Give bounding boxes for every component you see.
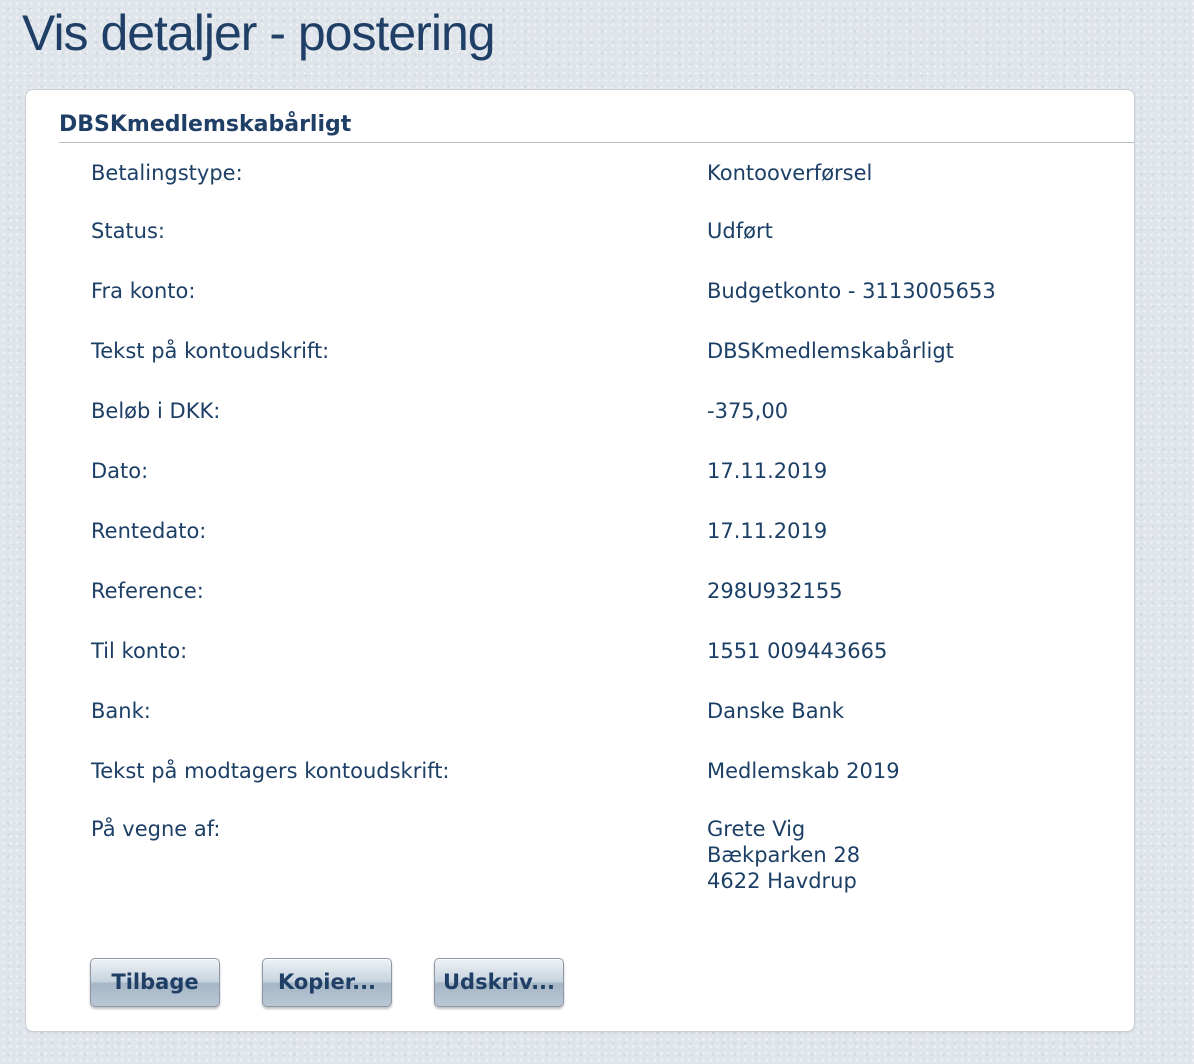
page-title: Vis detaljer - postering [22, 5, 496, 61]
panel-title: DBSKmedlemskabårligt [59, 112, 352, 137]
copy-button[interactable]: Kopier... [262, 958, 392, 1007]
to-account-label: Til konto: [91, 639, 188, 663]
to-account-value: 1551 009443665 [707, 639, 888, 663]
print-button[interactable]: Udskriv... [434, 958, 564, 1007]
payment-type-value: Kontooverførsel [707, 161, 873, 185]
interest-date-value: 17.11.2019 [707, 519, 828, 543]
payment-type-label: Betalingstype: [91, 161, 243, 185]
amount-label: Beløb i DKK: [91, 399, 221, 423]
recipient-text-label: Tekst på modtagers kontoudskrift: [91, 759, 450, 783]
status-label: Status: [91, 219, 165, 243]
on-behalf-of-name: Grete Vig [707, 817, 806, 841]
reference-label: Reference: [91, 579, 204, 603]
bank-value: Danske Bank [707, 699, 845, 723]
transaction-details-panel: DBSKmedlemskabårligt Betalingstype: Kont… [25, 89, 1135, 1032]
panel-divider [59, 142, 1134, 143]
on-behalf-of-address: Grete Vig Bækparken 28 4622 Havdrup [707, 816, 860, 894]
back-button[interactable]: Tilbage [90, 958, 220, 1007]
from-account-value: Budgetkonto - 3113005653 [707, 279, 996, 303]
recipient-text-value: Medlemskab 2019 [707, 759, 900, 783]
statement-text-value: DBSKmedlemskabårligt [707, 339, 954, 363]
bank-label: Bank: [91, 699, 151, 723]
reference-value: 298U932155 [707, 579, 843, 603]
status-value: Udført [707, 219, 773, 243]
on-behalf-of-city: 4622 Havdrup [707, 869, 857, 893]
interest-date-label: Rentedato: [91, 519, 207, 543]
on-behalf-of-street: Bækparken 28 [707, 843, 861, 867]
date-value: 17.11.2019 [707, 459, 828, 483]
date-label: Dato: [91, 459, 149, 483]
amount-value: -375,00 [707, 399, 789, 423]
on-behalf-of-label: På vegne af: [91, 817, 221, 841]
statement-text-label: Tekst på kontoudskrift: [91, 339, 330, 363]
from-account-label: Fra konto: [91, 279, 196, 303]
